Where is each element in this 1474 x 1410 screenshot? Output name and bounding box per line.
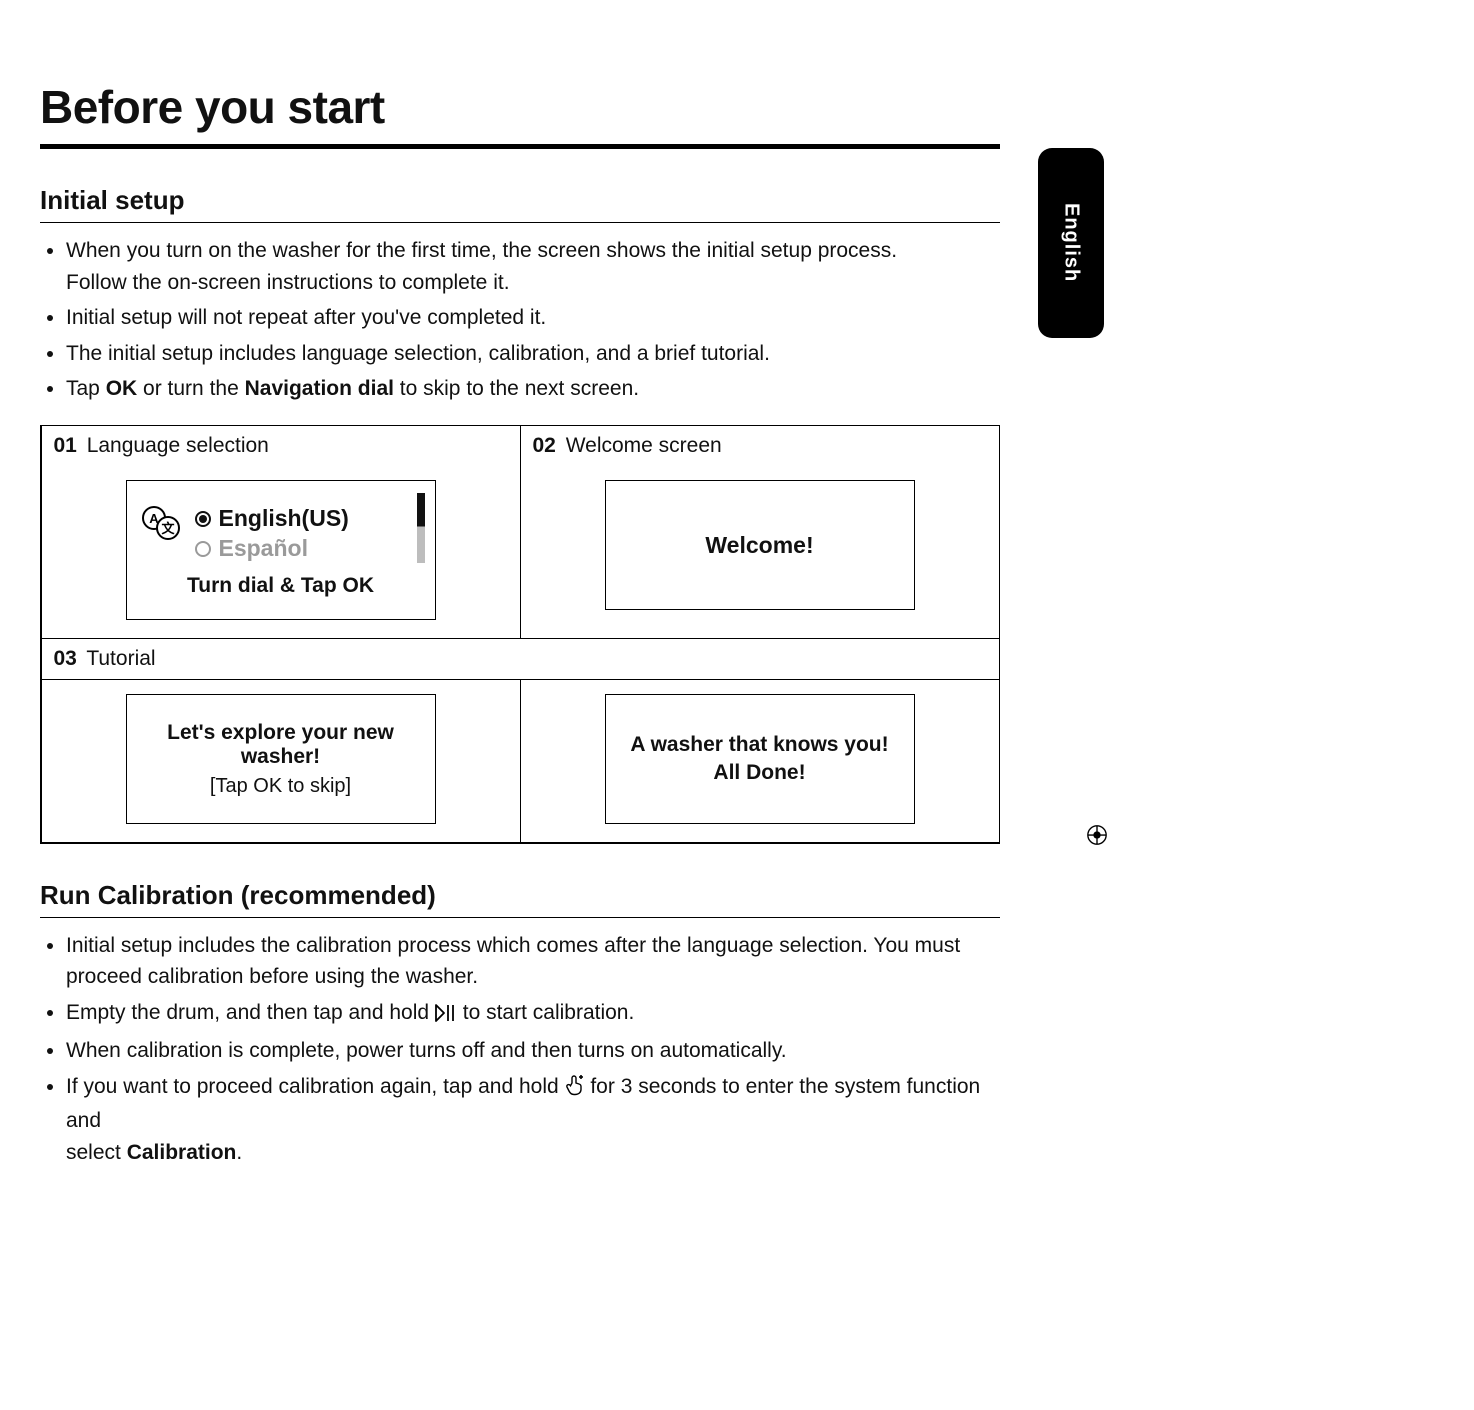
cell-number: 01 xyxy=(54,434,77,457)
cell-number: 02 xyxy=(533,434,556,457)
registration-mark-icon xyxy=(1086,824,1108,851)
screen-tutorial-start: Let's explore your new washer! [Tap OK t… xyxy=(126,694,436,824)
figure-cell-03-header: 03 Tutorial xyxy=(41,638,1000,680)
list-item: Empty the drum, and then tap and hold to… xyxy=(66,997,1000,1032)
figure-cell-02: 02 Welcome screen Welcome! xyxy=(520,425,1000,639)
language-icon: A 文 xyxy=(141,506,181,546)
language-side-tab: English xyxy=(1038,148,1104,338)
cell-label: Welcome screen xyxy=(566,434,722,457)
screen-welcome: Welcome! xyxy=(605,480,915,610)
list-item: When calibration is complete, power turn… xyxy=(66,1035,1000,1067)
list-item: If you want to proceed calibration again… xyxy=(66,1071,1000,1169)
section-heading-initial-setup: Initial setup xyxy=(40,185,1000,223)
list-item: Tap OK or turn the Navigation dial to sk… xyxy=(66,373,1000,405)
list-item: Initial setup will not repeat after you'… xyxy=(66,302,1000,334)
figure-cell-01: 01 Language selection A 文 xyxy=(41,425,521,639)
list-item: Initial setup includes the calibration p… xyxy=(66,930,1000,993)
tap-hold-icon xyxy=(565,1074,585,1106)
setup-steps-figure: 01 Language selection A 文 xyxy=(40,425,1000,844)
language-option-spanish: Español xyxy=(195,534,421,564)
screen-language-selection: A 文 English(US) xyxy=(126,480,436,620)
cell-label: Tutorial xyxy=(86,647,155,670)
radio-selected-icon xyxy=(195,511,211,527)
language-instruction: Turn dial & Tap OK xyxy=(141,574,421,598)
cell-label: Language selection xyxy=(87,434,269,457)
figure-cell-03b: A washer that knows you! All Done! xyxy=(520,679,1000,843)
cell-number: 03 xyxy=(54,647,77,670)
svg-text:文: 文 xyxy=(161,521,175,536)
play-pause-icon xyxy=(435,1000,457,1032)
screen-tutorial-done: A washer that knows you! All Done! xyxy=(605,694,915,824)
figure-cell-03a: Let's explore your new washer! [Tap OK t… xyxy=(41,679,521,843)
page-title: Before you start xyxy=(40,80,1000,149)
initial-setup-bullet-list: When you turn on the washer for the firs… xyxy=(40,235,1000,405)
scrollbar-indicator xyxy=(417,493,425,563)
list-item: The initial setup includes language sele… xyxy=(66,338,1000,370)
section-heading-run-calibration: Run Calibration (recommended) xyxy=(40,880,1000,918)
list-item: When you turn on the washer for the firs… xyxy=(66,235,1000,298)
run-calibration-bullet-list: Initial setup includes the calibration p… xyxy=(40,930,1000,1169)
language-option-english: English(US) xyxy=(195,504,421,534)
radio-unselected-icon xyxy=(195,541,211,557)
language-side-tab-label: English xyxy=(1060,203,1083,282)
